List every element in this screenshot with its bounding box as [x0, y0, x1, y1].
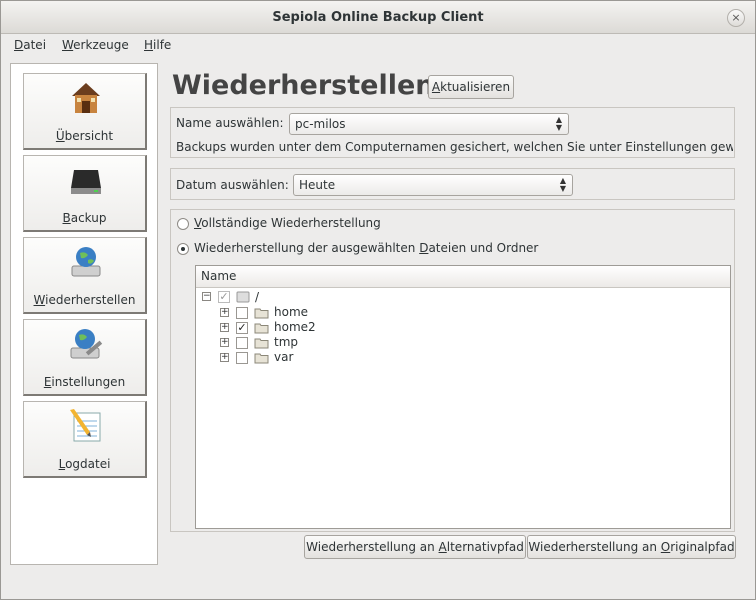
chevron-updown-icon: ▲ ▼ [555, 115, 563, 132]
menu-hilfe[interactable]: Hilfe [144, 38, 171, 52]
nav-button-logdatei[interactable]: Logdatei [23, 401, 147, 478]
expand-icon[interactable]: + [220, 353, 229, 362]
tree-checkbox[interactable] [236, 307, 248, 319]
title-bar[interactable]: Sepiola Online Backup Client × [1, 1, 755, 34]
nav-button-uebersicht[interactable]: Übersicht [23, 73, 147, 150]
folder-icon [254, 323, 269, 334]
date-select[interactable]: Heute ▲ ▼ [293, 174, 573, 196]
tree-row[interactable]: + home [196, 305, 730, 320]
radio-full-restore[interactable] [177, 218, 189, 230]
expand-icon[interactable]: + [220, 308, 229, 317]
name-panel: Name auswählen: pc-milos ▲ ▼ Backups wurd… [170, 107, 735, 158]
tree-checkbox-root[interactable]: ✓ [218, 291, 230, 303]
tree-item-name: var [274, 350, 294, 364]
file-tree[interactable]: Name − ✓ / + home + ✓ home2 + tmp + var [195, 265, 731, 529]
app-window: Sepiola Online Backup Client × Datei Wer… [0, 0, 756, 600]
info-text: Backups wurden unter dem Computernamen g… [176, 140, 733, 154]
tree-row[interactable]: + var [196, 350, 730, 365]
page-title: Wiederherstellen [172, 70, 435, 101]
nav-button-backup[interactable]: Backup [23, 155, 147, 232]
drive-icon [236, 291, 250, 303]
close-icon: × [731, 11, 741, 24]
nav-label-einstellungen: Einstellungen [43, 375, 126, 389]
window-title: Sepiola Online Backup Client [272, 10, 484, 25]
expand-icon[interactable]: + [220, 338, 229, 347]
tree-column-header-name[interactable]: Name [196, 266, 730, 288]
restore-alternative-path-button[interactable]: Wiederherstellung an Alternativpfad [304, 535, 526, 559]
folder-icon [254, 308, 269, 319]
name-select[interactable]: pc-milos ▲ ▼ [289, 113, 569, 135]
drive-globe-icon [71, 247, 101, 277]
nav-label-backup: Backup [62, 211, 107, 225]
menu-datei[interactable]: Datei [14, 38, 46, 52]
restore-original-path-button[interactable]: Wiederherstellung an Originalpfad [527, 535, 736, 559]
tree-item-name: tmp [274, 335, 299, 349]
tree-item-name: home [274, 305, 309, 319]
refresh-button[interactable]: Aktualisieren [428, 75, 514, 99]
settings-tools-icon [70, 329, 103, 359]
tree-checkbox[interactable]: ✓ [236, 322, 248, 334]
nav-label-wiederherstellen: Wiederherstellen [33, 293, 136, 307]
hard-drive-icon [71, 170, 101, 194]
nav-label-uebersicht: Übersicht [55, 129, 114, 143]
date-panel: Datum auswählen: Heute ▲ ▼ [170, 168, 735, 200]
tree-row-root[interactable]: − ✓ / [196, 290, 730, 305]
folder-icon [254, 338, 269, 349]
tree-item-name: home2 [274, 320, 316, 334]
tree-checkbox[interactable] [236, 352, 248, 364]
tree-item-name: / [255, 290, 260, 304]
date-label: Datum auswählen: [176, 178, 289, 192]
nav-label-logdatei: Logdatei [58, 457, 111, 471]
menu-werkzeuge[interactable]: Werkzeuge [62, 38, 129, 52]
radio-full-restore-label[interactable]: Vollständige Wiederherstellung [194, 216, 381, 230]
notepad-pencil-icon [70, 409, 101, 442]
collapse-icon[interactable]: − [202, 292, 211, 301]
menu-bar: Datei Werkzeuge Hilfe [1, 34, 755, 57]
house-icon [72, 83, 100, 113]
tree-checkbox[interactable] [236, 337, 248, 349]
radio-selected-restore-label[interactable]: Wiederherstellung der ausgewählten Datei… [194, 241, 538, 255]
expand-icon[interactable]: + [220, 323, 229, 332]
tree-row[interactable]: + ✓ home2 [196, 320, 730, 335]
folder-icon [254, 353, 269, 364]
tree-row[interactable]: + tmp [196, 335, 730, 350]
chevron-updown-icon: ▲ ▼ [559, 176, 567, 193]
nav-button-wiederherstellen[interactable]: Wiederherstellen [23, 237, 147, 314]
radio-selected-restore[interactable] [177, 243, 189, 255]
sidebar: Übersicht Backup Wiederherstellen Einste… [10, 63, 158, 565]
nav-button-einstellungen[interactable]: Einstellungen [23, 319, 147, 396]
name-label: Name auswählen: [176, 116, 284, 130]
close-button[interactable]: × [727, 9, 745, 27]
